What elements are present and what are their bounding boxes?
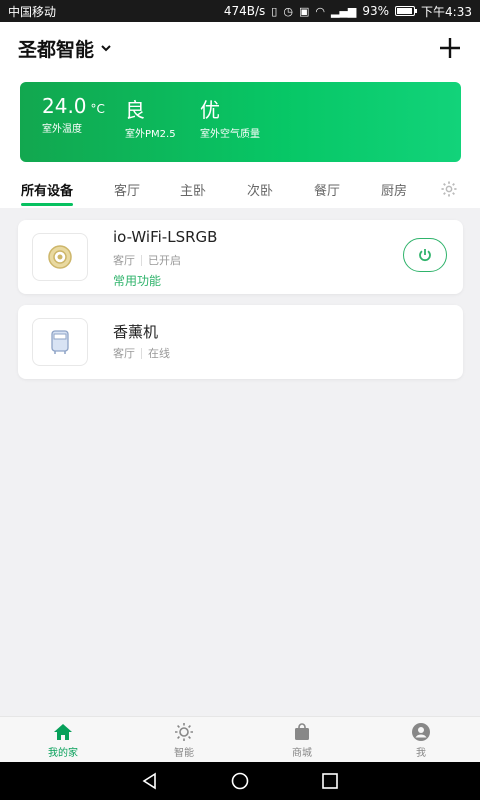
air-quality-value: 优 [200,98,220,122]
tab-kitchen[interactable]: 厨房 [381,180,407,199]
home-icon [54,723,72,740]
device-status: 已开启 [148,254,181,267]
add-device-button[interactable] [438,36,462,60]
device-status: 在线 [148,347,170,360]
nav-smart[interactable]: 智能 [124,717,244,763]
aroma-diffuser-icon [32,318,88,366]
tab-second-bedroom[interactable]: 次卧 [247,180,273,199]
tab-dining-room[interactable]: 餐厅 [314,180,340,199]
weather-card: 24.0 °C 室外温度 良 室外PM2.5 优 室外空气质量 [20,82,461,162]
power-button[interactable] [403,238,447,272]
sun-icon [175,722,193,741]
device-name: io-WiFi-LSRGB [113,228,218,246]
pm25-block: 良 室外PM2.5 [125,94,176,140]
nav-me[interactable]: 我 [361,717,480,763]
nav-label: 智能 [174,747,194,759]
carrier-label: 中国移动 [8,4,57,19]
device-meta: 客厅 在线 [113,345,170,361]
chevron-down-icon [101,45,111,52]
clock: 下午4:33 [421,4,472,19]
room-tabs: 所有设备 客厅 主卧 次卧 餐厅 厨房 [0,174,480,208]
gear-icon[interactable] [440,180,458,198]
meta-divider [141,254,142,266]
device-card-aroma[interactable]: 香薰机 客厅 在线 [18,305,463,379]
signal-icon: ▂▄▆ [330,4,357,18]
air-quality-label: 室外空气质量 [200,129,260,140]
light-strip-icon [32,233,88,281]
home-title: 圣都智能 [18,38,95,61]
app-header: 圣都智能 [0,22,480,74]
tab-living-room[interactable]: 客厅 [114,180,140,199]
nav-store[interactable]: 商城 [242,717,362,763]
nav-my-home[interactable]: 我的家 [3,717,123,763]
nav-label: 商城 [292,747,312,759]
temperature-block: 24.0 °C 室外温度 [42,94,105,135]
common-functions-link[interactable]: 常用功能 [113,272,161,289]
tab-master-bedroom[interactable]: 主卧 [180,180,206,199]
device-name: 香薰机 [113,323,159,341]
device-room: 客厅 [113,254,135,267]
recents-icon[interactable] [320,771,340,791]
profile-icon [412,722,430,741]
battery-percent: 93% [362,4,390,18]
active-tab-indicator [21,203,73,206]
pm25-value: 良 [125,98,145,122]
back-icon[interactable] [140,771,160,791]
bottom-navigation: 我的家 智能 商城 我 [0,716,480,762]
nav-label: 我 [416,747,426,759]
alarm-icon: ◷ [283,4,293,18]
network-speed: 474B/s [223,4,266,18]
temperature-label: 室外温度 [42,124,82,135]
status-bar: 中国移动 474B/s ▯ ◷ ▣ ◠ ▂▄▆ 93% 下午4:33 [0,0,480,22]
device-room: 客厅 [113,347,135,360]
power-icon [419,249,431,262]
temperature-value: 24.0 [42,94,87,118]
shopping-bag-icon [295,722,309,740]
home-circle-icon[interactable] [230,771,250,791]
tab-all-devices[interactable]: 所有设备 [21,180,73,199]
system-navigation-bar [0,762,480,800]
wifi-icon: ◠ [315,4,325,18]
top-area: 24.0 °C 室外温度 良 室外PM2.5 优 室外空气质量 所有设备 客厅 主… [0,74,480,208]
pm25-label: 室外PM2.5 [125,129,176,140]
device-card-lsrgb[interactable]: io-WiFi-LSRGB 客厅 已开启 常用功能 [18,220,463,294]
home-selector[interactable]: 圣都智能 [18,35,112,62]
nav-label: 我的家 [48,747,78,759]
battery-icon [395,6,418,16]
air-quality-block: 优 室外空气质量 [200,94,260,140]
meta-divider [141,347,142,359]
device-meta: 客厅 已开启 [113,252,181,268]
vibrate-icon: ▯ [271,4,278,18]
temperature-unit: °C [90,101,105,116]
hd-icon: ▣ [298,4,310,18]
